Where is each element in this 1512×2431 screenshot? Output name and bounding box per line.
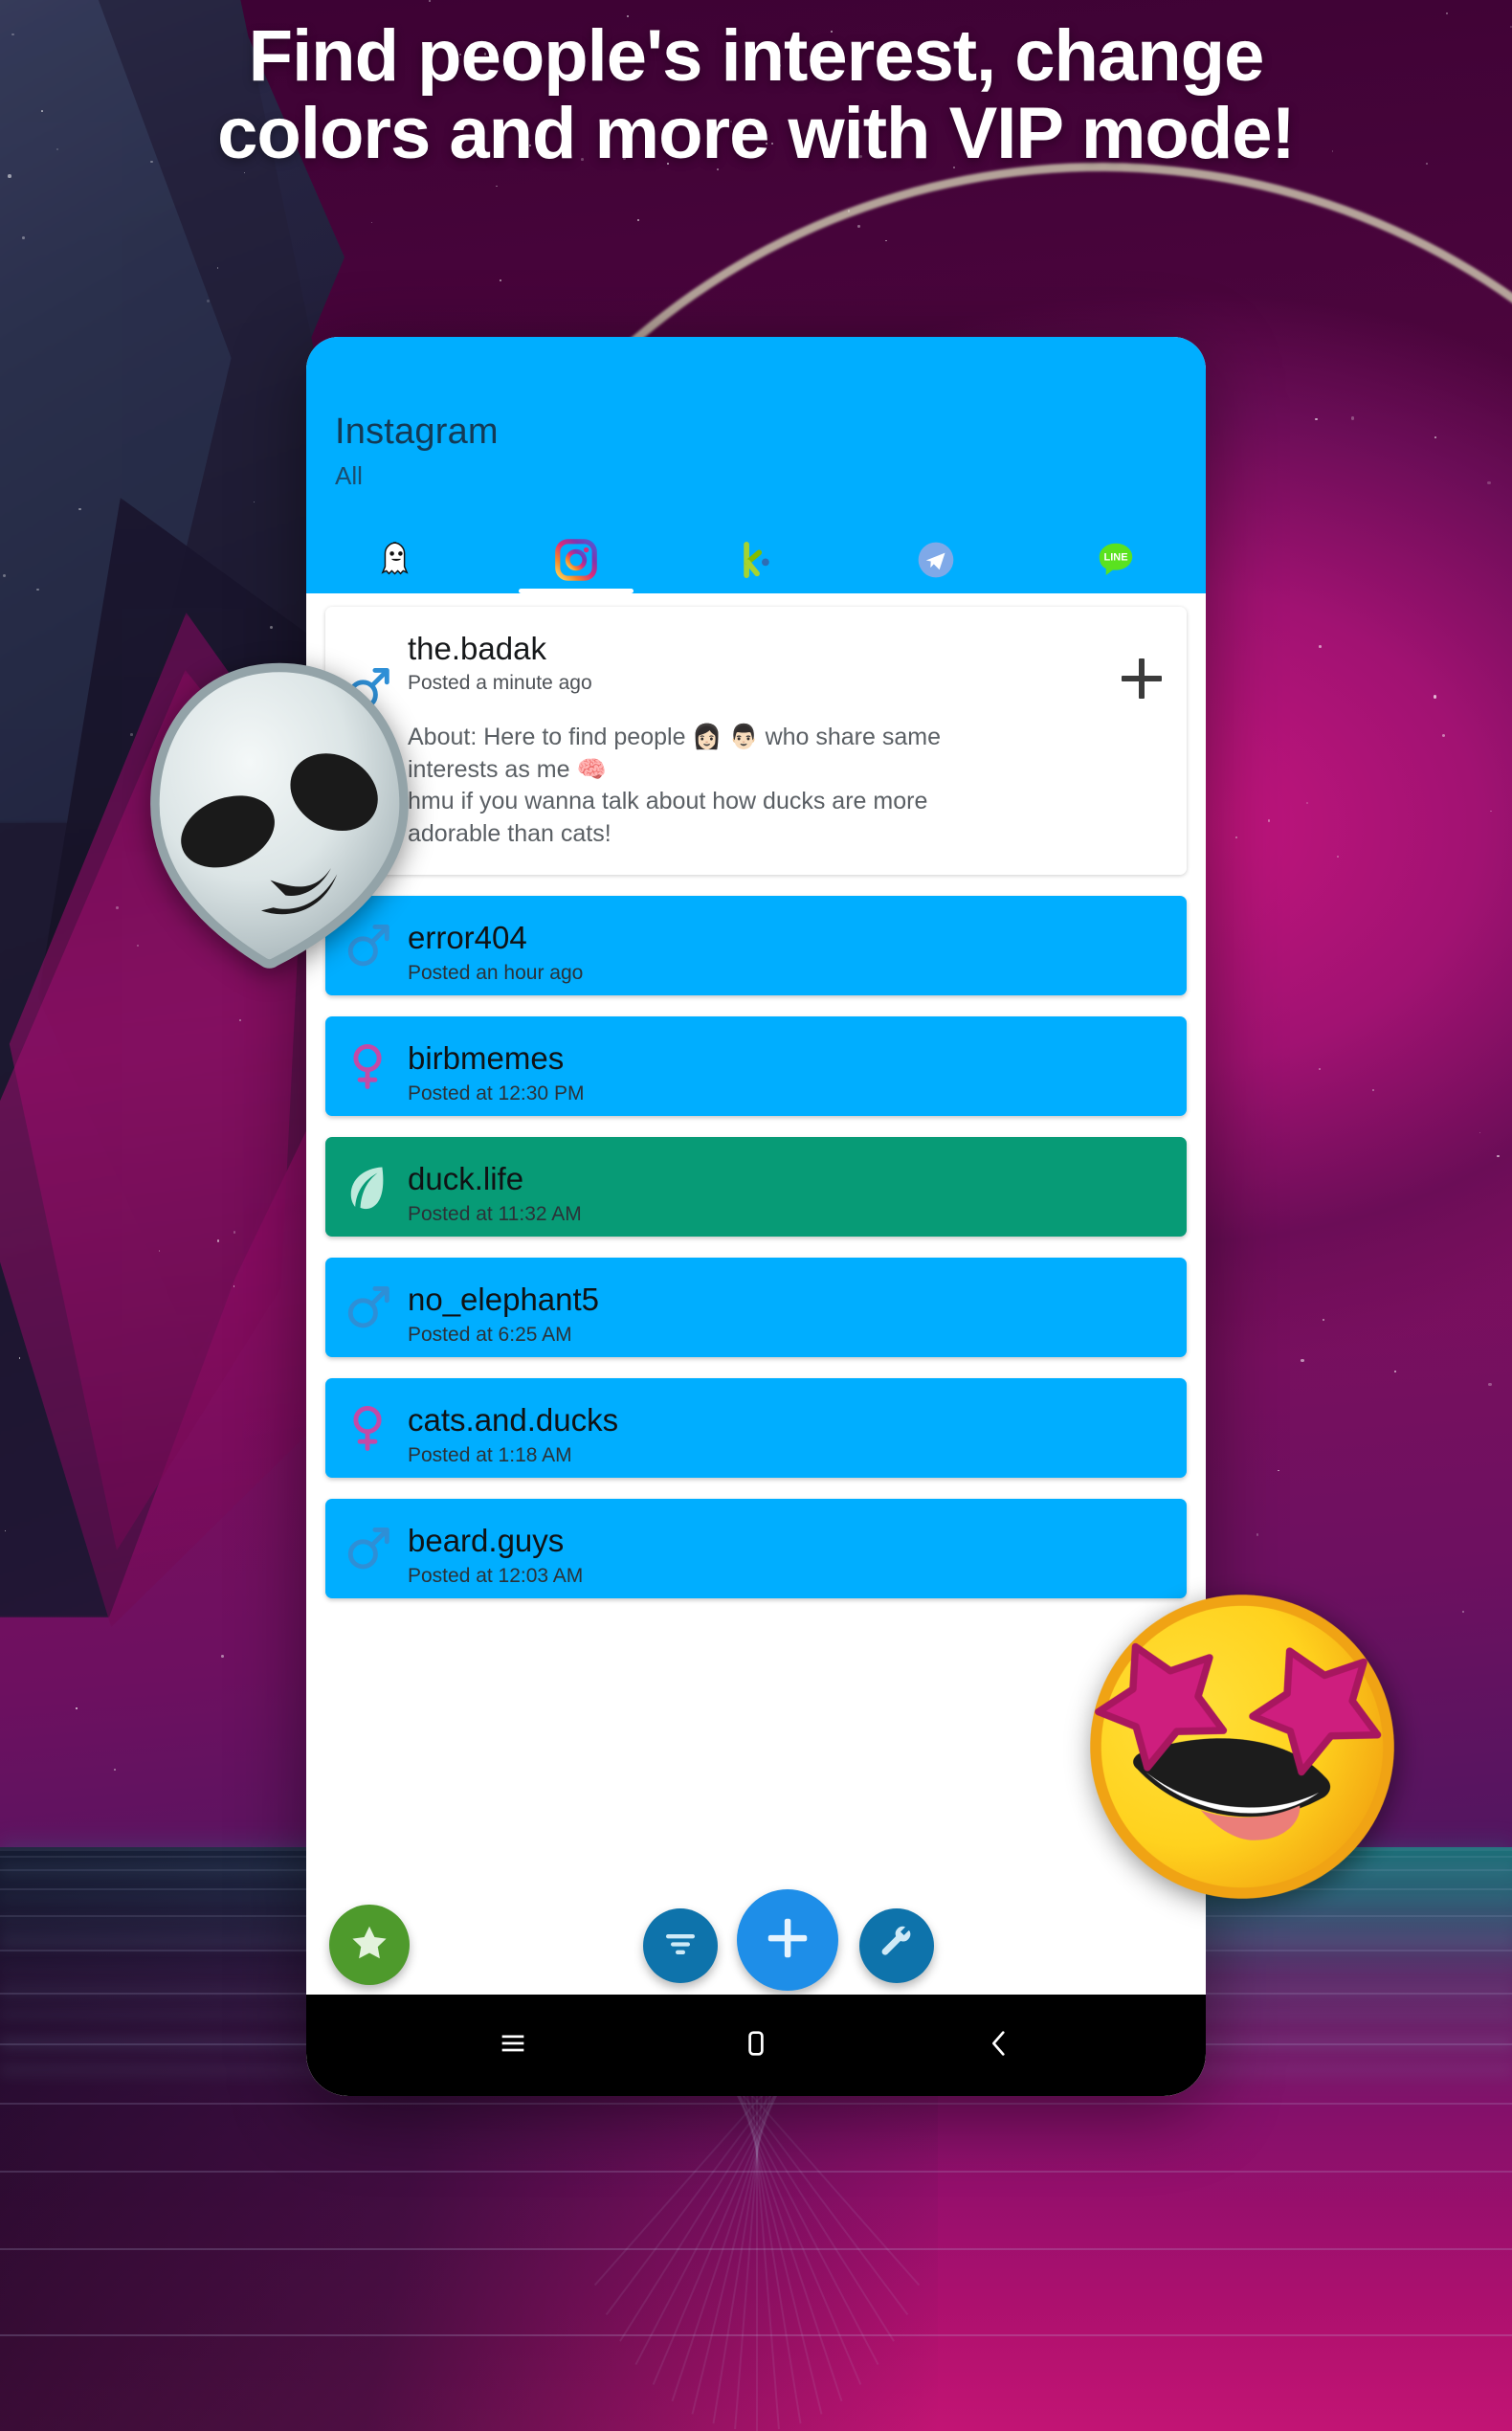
line-icon: LINE	[1095, 539, 1137, 581]
featured-post-card[interactable]: the.badak Posted a minute ago About: Her…	[325, 607, 1187, 876]
telegram-icon	[915, 539, 957, 581]
female-icon	[341, 1039, 394, 1093]
alien-emoji	[126, 658, 433, 974]
post-rows: error404 Posted an hour ago birbmemes Poste…	[325, 896, 1187, 1599]
svg-text:LINE: LINE	[1103, 551, 1127, 563]
post-about-line-4: adorable than cats!	[408, 819, 611, 847]
tab-telegram[interactable]	[846, 526, 1026, 593]
post-row[interactable]: duck.life Posted at 11:32 AM	[325, 1137, 1187, 1238]
phone-screen: Instagram All LINE the.badak Posted a mi…	[306, 337, 1206, 2096]
chevron-left-icon	[983, 2027, 1015, 2064]
app-header: Instagram All LINE	[306, 337, 1206, 593]
post-timestamp: Posted at 12:30 PM	[408, 1082, 585, 1104]
promo-headline-line-1: Find people's interest, change	[248, 15, 1265, 97]
post-timestamp: Posted a minute ago	[408, 672, 592, 695]
app-subtitle: All	[335, 461, 363, 490]
post-username: cats.and.ducks	[408, 1402, 619, 1439]
post-username: error404	[408, 920, 527, 956]
filter-icon	[661, 1925, 700, 1968]
service-tabs: LINE	[306, 526, 1206, 593]
post-about-line-2: interests as me 🧠	[408, 755, 607, 783]
female-icon	[341, 1401, 394, 1455]
post-username: the.badak	[408, 631, 546, 666]
settings-fab[interactable]	[859, 1908, 934, 1983]
post-timestamp: Posted an hour ago	[408, 961, 584, 984]
post-username: no_elephant5	[408, 1282, 600, 1318]
back-button[interactable]	[970, 2017, 1028, 2074]
tab-snapchat[interactable]	[306, 526, 486, 593]
male-icon	[341, 1522, 394, 1575]
post-about-line-1: About: Here to find people 👩🏻 👨🏻 who sha…	[408, 724, 941, 751]
post-row[interactable]: error404 Posted an hour ago	[325, 896, 1187, 996]
male-icon	[341, 1281, 394, 1334]
recents-button[interactable]	[484, 2017, 542, 2074]
post-username: birbmemes	[408, 1040, 565, 1077]
phone-mockup: Instagram All LINE the.badak Posted a mi…	[306, 337, 1206, 2096]
tab-instagram[interactable]	[486, 526, 666, 593]
ghost-icon	[375, 539, 417, 581]
tab-kik[interactable]	[666, 526, 846, 593]
add-fab[interactable]	[737, 1889, 838, 1991]
promo-headline: Find people's interest, change colors an…	[0, 17, 1512, 173]
post-timestamp: Posted at 11:32 AM	[408, 1202, 582, 1225]
favorites-fab[interactable]	[329, 1905, 410, 1985]
post-about: About: Here to find people 👩🏻 👨🏻 who sha…	[408, 722, 1164, 850]
post-username: duck.life	[408, 1161, 524, 1197]
android-nav-bar	[306, 1995, 1206, 2096]
post-timestamp: Posted at 6:25 AM	[408, 1323, 572, 1346]
post-row[interactable]: beard.guys Posted at 12:03 AM	[325, 1499, 1187, 1599]
post-row[interactable]: birbmemes Posted at 12:30 PM	[325, 1016, 1187, 1117]
action-bar	[306, 1889, 1206, 1995]
filter-fab[interactable]	[643, 1908, 718, 1983]
plus-icon	[762, 1912, 813, 1969]
add-icon[interactable]	[1122, 658, 1162, 699]
app-title: Instagram	[335, 412, 499, 452]
instagram-icon	[553, 537, 599, 583]
leaf-icon	[341, 1160, 394, 1214]
menu-icon	[497, 2027, 529, 2064]
tab-line[interactable]: LINE	[1026, 526, 1206, 593]
post-timestamp: Posted at 1:18 AM	[408, 1443, 572, 1466]
promo-headline-line-2: colors and more with VIP mode!	[217, 93, 1296, 175]
post-row[interactable]: cats.and.ducks Posted at 1:18 AM	[325, 1378, 1187, 1479]
home-icon	[740, 2027, 772, 2064]
kik-icon	[735, 539, 777, 581]
post-about-line-3: hmu if you wanna talk about how ducks ar…	[408, 788, 928, 815]
star-icon	[348, 1922, 390, 1969]
post-row[interactable]: no_elephant5 Posted at 6:25 AM	[325, 1258, 1187, 1358]
post-timestamp: Posted at 12:03 AM	[408, 1564, 584, 1587]
home-button[interactable]	[727, 2017, 785, 2074]
wrench-icon	[878, 1925, 916, 1968]
post-username: beard.guys	[408, 1523, 565, 1559]
